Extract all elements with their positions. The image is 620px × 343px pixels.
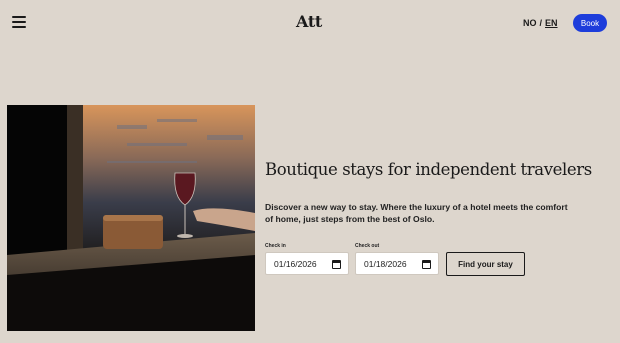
lang-separator: / [539, 18, 543, 28]
checkout-date-input[interactable]: 01/18/2026 [355, 252, 439, 275]
checkout-label: Check out [355, 243, 380, 249]
language-switcher: NO / EN [523, 18, 558, 28]
lang-no-link[interactable]: NO [523, 18, 537, 28]
hotel-bar-wine-glass-photo [7, 105, 255, 331]
lang-en-link[interactable]: EN [545, 18, 558, 28]
checkin-date-value: 01/16/2026 [274, 258, 317, 269]
book-button[interactable]: Book [573, 14, 607, 32]
hero-headline: Boutique stays for independent travelers [265, 160, 592, 179]
hero-photo [7, 105, 255, 331]
checkin-label: Check in [265, 243, 286, 249]
checkout-date-value: 01/18/2026 [364, 258, 407, 269]
hero-intro-text: Discover a new way to stay. Where the lu… [265, 202, 568, 224]
calendar-icon[interactable] [422, 260, 431, 269]
logo[interactable]: Att [296, 12, 322, 31]
checkin-date-input[interactable]: 01/16/2026 [265, 252, 349, 275]
find-your-stay-button[interactable]: Find your stay [446, 252, 525, 276]
calendar-icon[interactable] [332, 260, 341, 269]
hamburger-menu-icon[interactable] [12, 16, 26, 28]
